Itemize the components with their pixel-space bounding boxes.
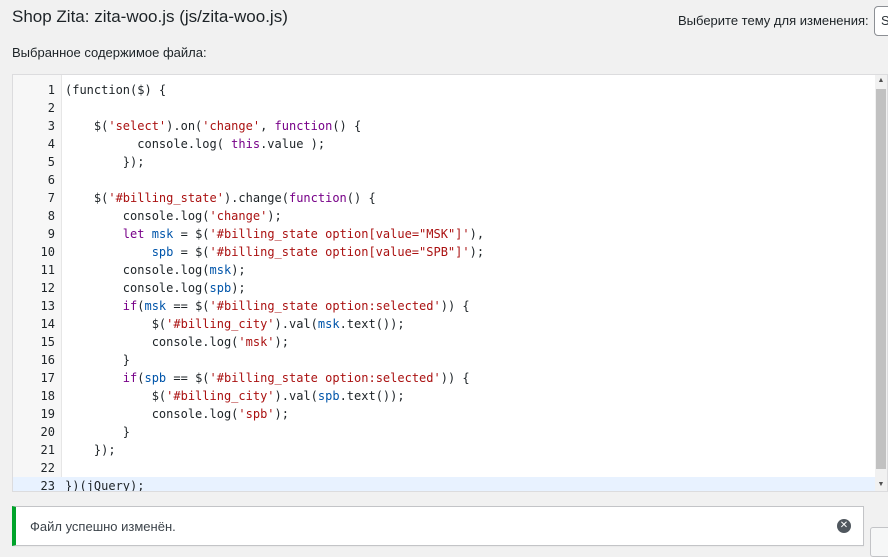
line-number: 11: [40, 263, 55, 277]
code-line[interactable]: 16 }: [13, 351, 875, 369]
code-line[interactable]: 19 console.log('spb');: [13, 405, 875, 423]
code-line[interactable]: 10 spb = $('#billing_state option[value=…: [13, 243, 875, 261]
code-text[interactable]: spb = $('#billing_state option[value="SP…: [65, 243, 484, 261]
line-number: 5: [47, 155, 55, 169]
line-number: 12: [40, 281, 55, 295]
code-line[interactable]: 22: [13, 459, 875, 477]
line-number: 16: [40, 353, 55, 367]
code-text[interactable]: })(jQuery);: [65, 477, 144, 491]
code-line[interactable]: 5 });: [13, 153, 875, 171]
line-number: 7: [47, 191, 55, 205]
theme-select[interactable]: S: [874, 6, 888, 36]
code-text[interactable]: console.log(spb);: [65, 279, 246, 297]
line-number: 17: [40, 371, 55, 385]
code-line[interactable]: 23 })(jQuery);: [13, 477, 875, 492]
code-line[interactable]: 1 (function($) {: [13, 81, 875, 99]
code-line[interactable]: 14 $('#billing_city').val(msk.text());: [13, 315, 875, 333]
line-number: 14: [40, 317, 55, 331]
code-line[interactable]: 15 console.log('msk');: [13, 333, 875, 351]
code-text[interactable]: }: [65, 423, 130, 441]
selected-content-label: Выбранное содержимое файла:: [12, 45, 207, 60]
code-text[interactable]: console.log(msk);: [65, 261, 246, 279]
scrollbar-thumb[interactable]: [876, 89, 886, 469]
scroll-down-icon[interactable]: ▼: [875, 479, 887, 491]
line-number: 2: [47, 101, 55, 115]
code-text[interactable]: $('#billing_state').change(function() {: [65, 189, 376, 207]
notice-message: Файл успешно изменён.: [30, 519, 176, 534]
code-editor[interactable]: 1 (function($) {2 3 $('select').on('change…: [12, 74, 888, 492]
code-text[interactable]: $('#billing_city').val(spb.text());: [65, 387, 405, 405]
line-number: 6: [47, 173, 55, 187]
code-text[interactable]: });: [65, 441, 116, 459]
line-number: 18: [40, 389, 55, 403]
code-line[interactable]: 11 console.log(msk);: [13, 261, 875, 279]
code-line[interactable]: 17 if(spb == $('#billing_state option:se…: [13, 369, 875, 387]
code-text[interactable]: });: [65, 153, 145, 171]
code-line[interactable]: 21 });: [13, 441, 875, 459]
code-line[interactable]: 7 $('#billing_state').change(function() …: [13, 189, 875, 207]
code-line[interactable]: 8 console.log('change');: [13, 207, 875, 225]
code-text[interactable]: $('#billing_city').val(msk.text());: [65, 315, 405, 333]
line-number: 4: [47, 137, 55, 151]
line-number: 8: [47, 209, 55, 223]
code-line[interactable]: 3 $('select').on('change', function() {: [13, 117, 875, 135]
theme-select-label: Выберите тему для изменения:: [678, 13, 869, 28]
code-text[interactable]: if(msk == $('#billing_state option:selec…: [65, 297, 470, 315]
editor-scrollbar[interactable]: ▲ ▼: [875, 75, 887, 491]
scroll-up-icon[interactable]: ▲: [875, 75, 887, 87]
success-notice: Файл успешно изменён. ✕: [12, 506, 864, 546]
code-line[interactable]: 18 $('#billing_city').val(spb.text());: [13, 387, 875, 405]
code-text[interactable]: if(spb == $('#billing_state option:selec…: [65, 369, 470, 387]
line-number: 9: [47, 227, 55, 241]
update-file-button[interactable]: [870, 527, 888, 557]
line-number: 1: [47, 83, 55, 97]
line-number: 19: [40, 407, 55, 421]
dismiss-icon[interactable]: ✕: [837, 519, 851, 533]
code-line[interactable]: 13 if(msk == $('#billing_state option:se…: [13, 297, 875, 315]
line-number: 23: [40, 479, 55, 492]
code-line[interactable]: 2: [13, 99, 875, 117]
line-number: 3: [47, 119, 55, 133]
code-line[interactable]: 12 console.log(spb);: [13, 279, 875, 297]
code-line[interactable]: 4 console.log( this.value );: [13, 135, 875, 153]
code-text[interactable]: let msk = $('#billing_state option[value…: [65, 225, 484, 243]
code-text[interactable]: (function($) {: [65, 81, 166, 99]
code-text[interactable]: console.log('spb');: [65, 405, 289, 423]
code-text[interactable]: }: [65, 351, 130, 369]
code-line[interactable]: 6: [13, 171, 875, 189]
line-number: 13: [40, 299, 55, 313]
page-title: Shop Zita: zita-woo.js (js/zita-woo.js): [12, 7, 288, 26]
line-number: 10: [40, 245, 55, 259]
code-line[interactable]: 20 }: [13, 423, 875, 441]
line-number: 20: [40, 425, 55, 439]
code-text[interactable]: console.log('change');: [65, 207, 282, 225]
code-text[interactable]: $('select').on('change', function() {: [65, 117, 361, 135]
line-number: 15: [40, 335, 55, 349]
code-text[interactable]: console.log('msk');: [65, 333, 289, 351]
code-text[interactable]: console.log( this.value );: [65, 135, 325, 153]
line-number: 22: [40, 461, 55, 475]
code-lines[interactable]: 1 (function($) {2 3 $('select').on('change…: [13, 81, 875, 492]
code-line[interactable]: 9 let msk = $('#billing_state option[val…: [13, 225, 875, 243]
line-number: 21: [40, 443, 55, 457]
